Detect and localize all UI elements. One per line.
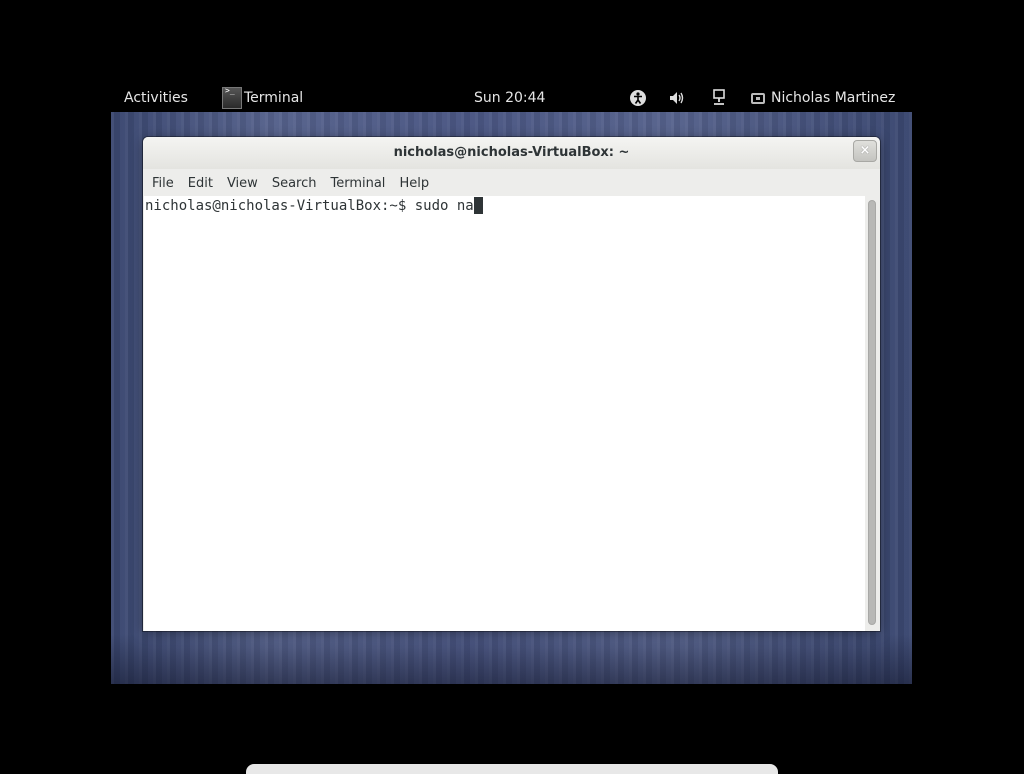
network-icon[interactable] [709,88,729,108]
user-name: Nicholas Martinez [771,90,896,106]
menu-terminal[interactable]: Terminal [330,176,385,191]
window-titlebar[interactable]: nicholas@nicholas-VirtualBox: ~ × [143,137,880,169]
menu-view[interactable]: View [227,176,258,191]
scrollbar-thumb[interactable] [868,200,876,625]
menubar: File Edit View Search Terminal Help [143,169,880,197]
app-menu-label: Terminal [244,90,304,106]
close-button[interactable]: × [853,140,877,162]
terminal-area[interactable]: nicholas@nicholas-VirtualBox:~$ sudo na [144,196,865,631]
top-panel: Activities Terminal Sun 20:44 Nicholas M… [111,84,912,112]
terminal-window: nicholas@nicholas-VirtualBox: ~ × File E… [143,137,880,631]
user-status-icon [751,92,765,104]
window-title: nicholas@nicholas-VirtualBox: ~ [393,145,630,160]
clock[interactable]: Sun 20:44 [474,90,545,106]
menu-search[interactable]: Search [272,176,317,191]
menu-file[interactable]: File [152,176,174,191]
command-input: sudo na [414,198,474,214]
accessibility-icon[interactable] [628,88,648,108]
app-menu[interactable]: Terminal [222,84,303,112]
prompt-line: nicholas@nicholas-VirtualBox:~$ sudo na [145,197,483,215]
volume-icon[interactable] [667,88,687,108]
shell-prompt: nicholas@nicholas-VirtualBox:~$ [145,198,415,214]
scrollbar[interactable] [865,196,880,631]
terminal-app-icon [222,86,242,109]
message-tray-edge [246,764,778,774]
activities-button[interactable]: Activities [124,90,188,106]
user-menu[interactable]: Nicholas Martinez [751,90,895,106]
text-cursor [473,197,483,214]
menu-help[interactable]: Help [399,176,429,191]
menu-edit[interactable]: Edit [188,176,213,191]
